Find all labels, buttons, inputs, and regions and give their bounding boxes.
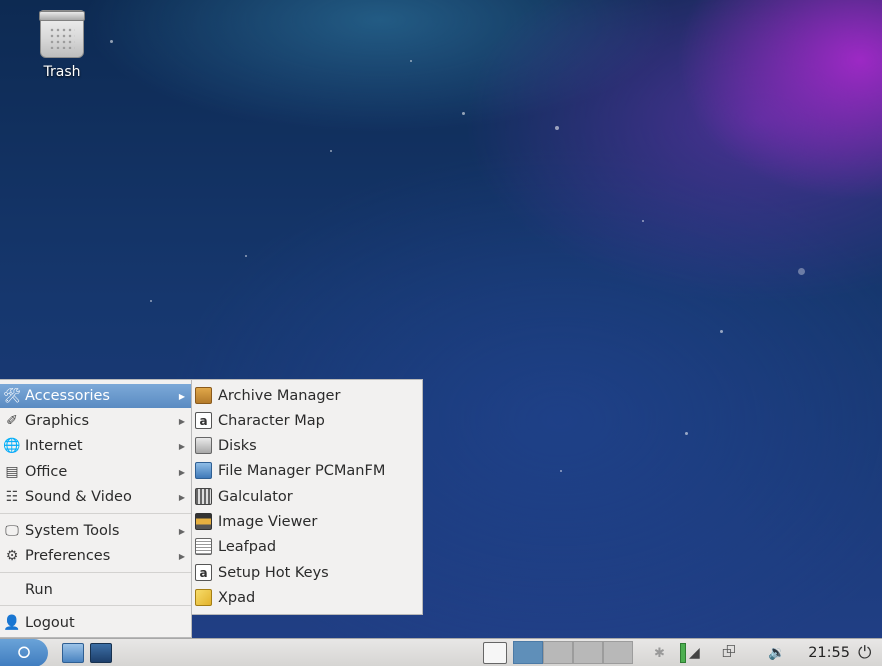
menu-separator [0,572,191,573]
menu-item-run[interactable]: Run [0,578,191,602]
submenu-item-label: Disks [218,437,257,454]
accessories-submenu: Archive Manager a Character Map Disks Fi… [191,379,423,615]
hotkeys-icon: a [195,564,212,581]
submenu-item-disks[interactable]: Disks [192,433,422,458]
accessories-icon: 🛠 [3,388,21,404]
menu-item-label: Logout [25,615,75,631]
menu-item-graphics[interactable]: ✐ Graphics ▶ [0,409,191,433]
taskbar: ⭘ ✱ ◢ ⮺ 🔉 21:55 ⏻ [0,638,882,666]
trash-desktop-icon[interactable]: Trash [28,10,96,80]
submenu-item-label: Image Viewer [218,513,318,530]
submenu-item-label: Leafpad [218,538,277,555]
start-menu-button[interactable]: ⭘ [0,639,48,666]
power-icon[interactable]: ⏻ [858,639,871,666]
trash-label: Trash [43,64,81,80]
menu-separator [0,513,191,514]
trash-icon [39,10,85,58]
submenu-item-label: File Manager PCManFM [218,462,386,479]
menu-separator [0,605,191,606]
file-manager-launcher-icon[interactable] [62,643,84,663]
submenu-item-leafpad[interactable]: Leafpad [192,534,422,559]
chevron-right-icon: ▶ [178,416,185,426]
volume-icon[interactable]: 🔉 [768,639,785,666]
workspace-3[interactable] [573,641,603,664]
battery-icon[interactable]: ◢ [680,639,700,666]
browser-launcher-icon[interactable] [90,643,112,663]
menu-item-label: Internet [25,438,83,454]
chevron-right-icon: ▶ [178,467,185,477]
menu-item-system-tools[interactable]: 🖵 System Tools ▶ [0,519,191,543]
calculator-icon [195,488,212,505]
menu-item-label: System Tools [25,523,120,539]
submenu-item-image-viewer[interactable]: Image Viewer [192,509,422,534]
notepad-icon [195,589,212,606]
submenu-item-xpad[interactable]: Xpad [192,585,422,610]
disks-icon [195,437,212,454]
clock[interactable]: 21:55 [808,639,850,666]
logout-icon: 👤 [3,615,21,631]
film-icon: ☷ [5,489,19,505]
menu-item-label: Accessories [25,388,110,404]
menu-item-internet[interactable]: 🌐 Internet ▶ [0,434,191,458]
character-map-icon: a [195,412,212,429]
show-desktop-icon[interactable] [483,642,507,664]
monitor-icon: 🖵 [5,523,19,539]
submenu-item-label: Xpad [218,589,256,606]
menu-item-sound-video[interactable]: ☷ Sound & Video ▶ [0,485,191,509]
lubuntu-logo-icon: ⭘ [17,643,31,662]
file-manager-icon [195,462,212,479]
chevron-right-icon: ▶ [178,526,185,536]
chevron-right-icon: ▶ [178,391,185,401]
office-icon: ▤ [5,464,19,480]
submenu-item-label: Character Map [218,412,325,429]
menu-item-label: Run [25,582,53,598]
menu-item-office[interactable]: ▤ Office ▶ [0,460,191,484]
submenu-item-label: Archive Manager [218,387,341,404]
graphics-icon: ✐ [6,413,18,429]
archive-icon [195,387,212,404]
submenu-item-label: Setup Hot Keys [218,564,329,581]
image-viewer-icon [195,513,212,530]
submenu-item-character-map[interactable]: a Character Map [192,408,422,433]
submenu-item-label: Galculator [218,488,293,505]
globe-icon: 🌐 [3,438,21,454]
chevron-right-icon: ▶ [178,492,185,502]
gear-icon: ⚙ [5,548,19,564]
menu-item-accessories[interactable]: 🛠 Accessories ▶ [0,384,191,408]
submenu-item-archive-manager[interactable]: Archive Manager [192,383,422,408]
menu-item-label: Sound & Video [25,489,132,505]
submenu-item-setup-hot-keys[interactable]: a Setup Hot Keys [192,560,422,585]
menu-item-label: Graphics [25,413,90,429]
bluetooth-icon[interactable]: ✱ [654,639,665,666]
workspace-4[interactable] [603,641,633,664]
chevron-right-icon: ▶ [178,551,185,561]
network-icon[interactable]: ⮺ [722,639,736,666]
chevron-right-icon: ▶ [178,441,185,451]
workspace-2[interactable] [543,641,573,664]
menu-item-logout[interactable]: 👤 Logout [0,611,191,635]
submenu-item-galculator[interactable]: Galculator [192,484,422,509]
menu-item-preferences[interactable]: ⚙ Preferences ▶ [0,544,191,568]
workspace-1[interactable] [513,641,543,664]
menu-item-label: Preferences [25,548,111,564]
text-editor-icon [195,538,212,555]
application-menu: 🛠 Accessories ▶ ✐ Graphics ▶ 🌐 Internet … [0,379,192,638]
menu-item-label: Office [25,464,68,480]
submenu-item-file-manager[interactable]: File Manager PCManFM [192,458,422,483]
